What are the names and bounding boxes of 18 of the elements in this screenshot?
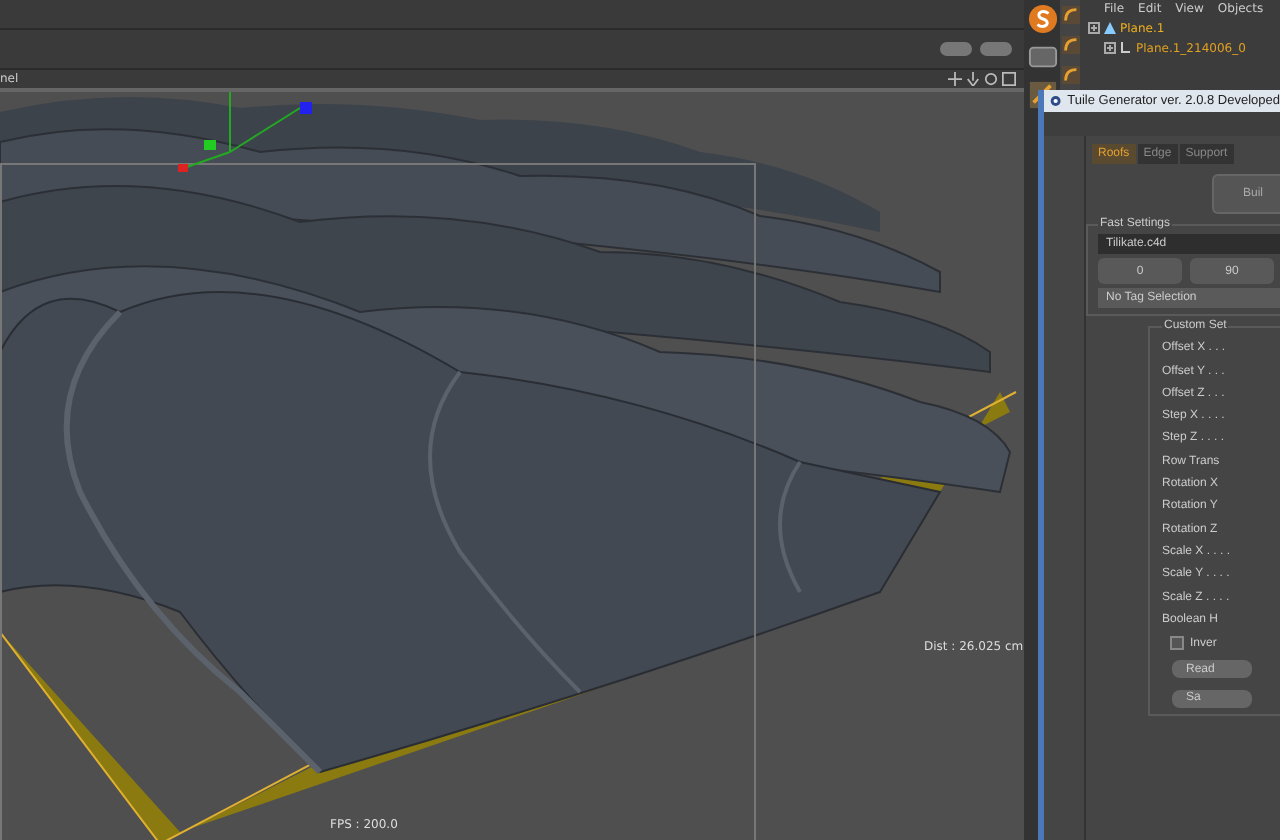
spline-tool-icon[interactable] [1061, 6, 1079, 24]
app-logo-icon [1050, 94, 1062, 108]
arrow-down-icon[interactable] [966, 72, 980, 86]
zoom-in-button[interactable] [940, 42, 972, 56]
spline-tool-icon[interactable] [1061, 36, 1079, 54]
zoom-out-button[interactable] [980, 42, 1012, 56]
spline-tool-icon[interactable] [1061, 66, 1079, 84]
render-view-icon[interactable] [1027, 42, 1057, 72]
plane-object-icon [1104, 22, 1116, 34]
move-icon[interactable] [948, 72, 962, 86]
maximize-icon[interactable] [1002, 72, 1016, 86]
expand-icon[interactable] [1104, 42, 1116, 54]
axis-gizmo-icon [178, 92, 312, 172]
null-object-icon [1120, 42, 1132, 54]
checkbox[interactable] [1170, 636, 1184, 651]
rotate-icon[interactable] [984, 72, 998, 86]
s-logo-icon[interactable] [1027, 4, 1057, 34]
expand-icon[interactable] [1088, 22, 1100, 34]
